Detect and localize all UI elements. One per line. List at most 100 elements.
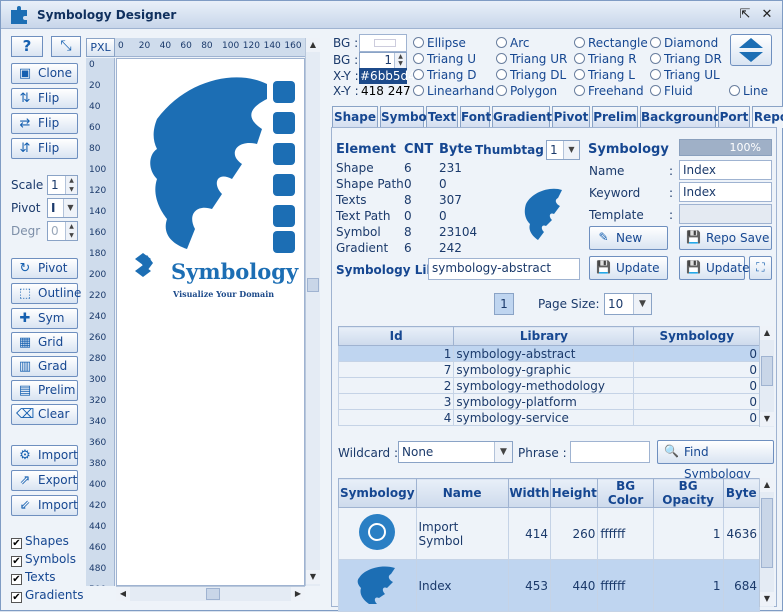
fit-button[interactable]: ⤡ — [51, 36, 81, 57]
tab-pivot[interactable]: Pivot — [552, 106, 590, 127]
bg-opacity-spinner[interactable]: 1 ▲ ▼ — [359, 52, 407, 69]
close-icon[interactable]: ✕ — [759, 7, 775, 23]
shape-radio-triang-d[interactable]: Triang D — [413, 68, 476, 82]
scroll-left-icon[interactable]: ◀ — [116, 587, 130, 601]
shape-radio-triang-r[interactable]: Triang R — [574, 52, 637, 66]
keyword-input[interactable]: Index — [679, 182, 772, 202]
table-row[interactable]: 7 symbology-graphic 0 — [337, 361, 760, 378]
find-symbology-button[interactable]: 🔍 Find Symbology — [657, 440, 774, 481]
shape-radio-freehand[interactable]: Freehand — [574, 84, 644, 98]
shape-radio-triang-dl[interactable]: Triang DL — [496, 68, 566, 82]
scroll-down-icon[interactable]: ▼ — [760, 412, 774, 426]
scroll-up-icon[interactable]: ▲ — [306, 38, 320, 52]
new-button[interactable]: ✎ New — [589, 226, 668, 250]
shape-radio-ellipse[interactable]: Ellipse — [413, 36, 466, 50]
clear-button[interactable]: ⌫ Clear — [11, 404, 78, 425]
thumbtag-select[interactable]: 1 ▼ — [546, 140, 580, 160]
drawing-canvas[interactable]: Symbology Visualize Your Domain — [116, 58, 305, 586]
table-row[interactable]: 1 symbology-abstract 0 — [337, 345, 760, 362]
sym-button[interactable]: ✚ Sym — [11, 308, 78, 329]
scroll-thumb[interactable] — [761, 356, 773, 386]
scroll-thumb[interactable] — [307, 278, 319, 292]
canvas-hscroll[interactable]: ◀ ▶ — [116, 586, 305, 601]
color-hex-value[interactable]: #6bb5d4 — [359, 68, 416, 84]
tab-gradient[interactable]: Gradient — [492, 106, 552, 127]
table-row[interactable]: Index 453 440 ffffff 1 684 — [338, 559, 761, 612]
update-symbology-button[interactable]: 💾 Update — [679, 256, 749, 280]
flip-vertical-button[interactable]: ⇅ Flip — [11, 88, 78, 109]
shapes-checkbox[interactable]: ✔ Shapes — [11, 534, 69, 549]
grid-button[interactable]: ▦ Grid — [11, 332, 78, 353]
update-lib-button[interactable]: 💾 Update — [589, 256, 668, 280]
help-button[interactable]: ? — [11, 36, 43, 57]
restore-icon[interactable]: ⇱ — [737, 7, 753, 23]
library-vscroll[interactable]: ▲ ▼ — [759, 326, 774, 427]
table-row[interactable]: Import Symbol 414 260 ffffff 1 4636 — [338, 507, 761, 560]
scroll-down-icon[interactable]: ▼ — [306, 570, 320, 584]
shape-radio-arc[interactable]: Arc — [496, 36, 529, 50]
unit-button[interactable]: PXL — [86, 38, 115, 57]
column-header[interactable]: BG Opacity — [652, 478, 724, 508]
clone-button[interactable]: ▣ Clone — [11, 63, 78, 84]
name-input[interactable]: Index — [679, 160, 772, 180]
scroll-down-icon[interactable]: ▼ — [760, 592, 774, 606]
column-header[interactable]: BG Color — [597, 478, 654, 508]
gradients-checkbox[interactable]: ✔ Gradients — [11, 588, 83, 603]
column-header[interactable]: Width — [507, 478, 552, 508]
column-header[interactable]: Id — [337, 326, 455, 346]
scroll-up-icon[interactable]: ▲ — [760, 478, 774, 492]
scroll-thumb[interactable] — [206, 588, 220, 600]
bg-color-swatch[interactable] — [359, 34, 407, 52]
tab-font[interactable]: Font — [460, 106, 491, 127]
column-header[interactable]: Symbology — [633, 326, 760, 346]
column-header[interactable]: Byte — [722, 478, 761, 508]
grad-button[interactable]: ▥ Grad — [11, 356, 78, 377]
canvas-vscroll[interactable]: ▲ ▼ — [305, 38, 320, 586]
tab-shape[interactable]: Shape — [332, 106, 378, 127]
import-button[interactable]: ⚙ Import — [11, 445, 78, 466]
scroll-thumb[interactable] — [761, 498, 773, 568]
tab-background[interactable]: Background — [640, 106, 722, 127]
page-size-select[interactable]: 10 ▼ — [604, 293, 652, 315]
shape-radio-triang-ul[interactable]: Triang UL — [650, 68, 720, 82]
lib-field[interactable]: symbology-abstract — [428, 258, 580, 280]
shape-radio-rectangle[interactable]: Rectangle — [574, 36, 648, 50]
presentation-button[interactable]: ⛶ — [749, 256, 772, 280]
scale-spinner[interactable]: 1 ▲ ▼ — [47, 175, 78, 195]
import-file-button[interactable]: ⇙ Import — [11, 495, 78, 516]
table-row[interactable]: 3 symbology-platform 0 — [337, 393, 760, 410]
flip-rotate-button[interactable]: ⇵ Flip — [11, 138, 78, 159]
symbols-checkbox[interactable]: ✔ Symbols — [11, 552, 76, 567]
flip-horizontal-button[interactable]: ⇄ Flip — [11, 113, 78, 134]
shape-radio-line[interactable]: Line — [729, 84, 768, 98]
page-number-button[interactable]: 1 — [494, 293, 514, 315]
export-button[interactable]: ⇗ Export — [11, 470, 78, 491]
scroll-right-icon[interactable]: ▶ — [291, 587, 305, 601]
tab-repo[interactable]: Repo — [752, 106, 783, 128]
tab-text[interactable]: Text — [426, 106, 458, 127]
shape-radio-triang-l[interactable]: Triang L — [574, 68, 635, 82]
wildcard-select[interactable]: None ▼ — [398, 441, 513, 463]
shape-radio-polygon[interactable]: Polygon — [496, 84, 557, 98]
phrase-input[interactable] — [570, 441, 650, 463]
pivot-select[interactable]: I ▼ — [47, 198, 78, 218]
tab-prelim[interactable]: Prelim — [592, 106, 638, 127]
shape-radio-linearhand[interactable]: Linearhand — [413, 84, 494, 98]
symbology-vscroll[interactable]: ▲ ▼ — [759, 478, 774, 607]
column-header[interactable]: Symbology — [338, 478, 417, 508]
outline-button[interactable]: ⬚ Outline — [11, 283, 81, 304]
column-header[interactable]: Library — [453, 326, 635, 346]
shape-radio-triang-u[interactable]: Triang U — [413, 52, 476, 66]
tab-symbol[interactable]: Symbol — [380, 106, 431, 127]
repo-save-button[interactable]: 💾 Repo Save — [679, 226, 772, 250]
shape-radio-fluid[interactable]: Fluid — [650, 84, 693, 98]
shape-radio-triang-dr[interactable]: Triang DR — [650, 52, 722, 66]
shape-radio-triang-ur[interactable]: Triang UR — [496, 52, 567, 66]
table-row[interactable]: 4 symbology-service 0 — [337, 409, 760, 426]
prelim-button[interactable]: ▤ Prelim — [11, 380, 78, 401]
pivot-button[interactable]: ↻ Pivot — [11, 258, 78, 279]
degr-spinner[interactable]: 0 ▲ ▼ — [47, 221, 78, 241]
column-header[interactable]: Name — [415, 478, 509, 508]
texts-checkbox[interactable]: ✔ Texts — [11, 570, 56, 585]
tab-port[interactable]: Port — [718, 106, 750, 127]
